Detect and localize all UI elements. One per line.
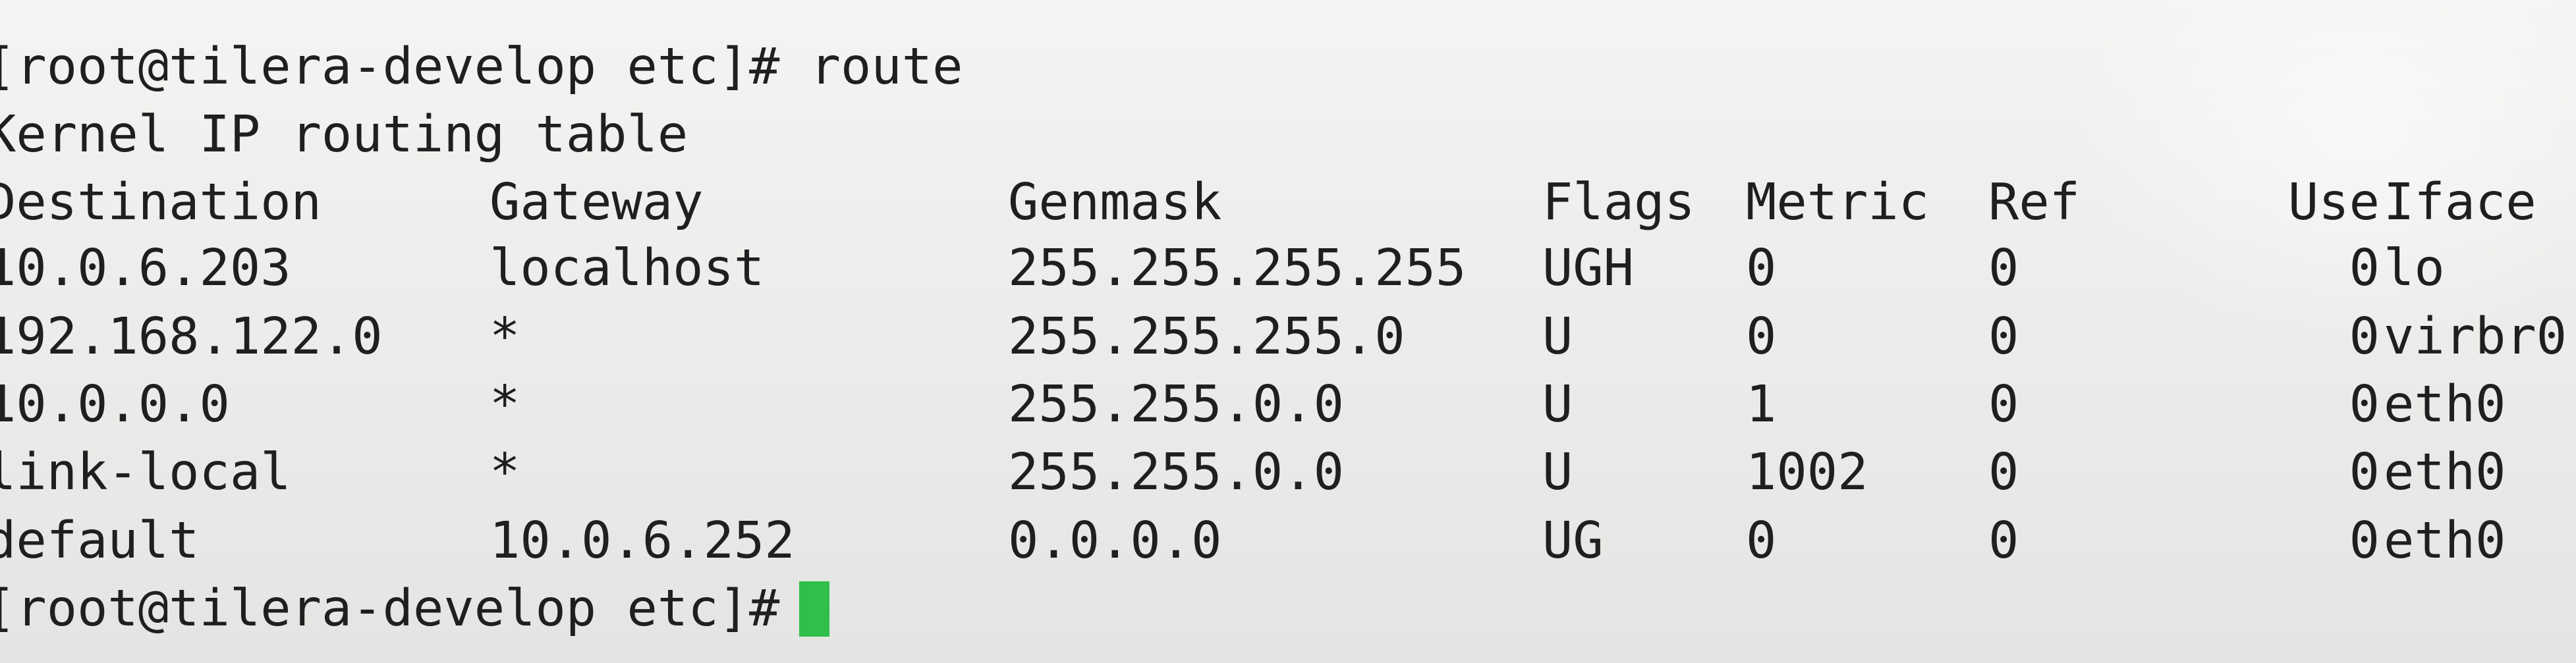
cell-ref: 0 [1988,375,2019,434]
header-ref: Ref [1988,173,2081,232]
prompt-text: [root@tilera-develop etc]# [0,579,780,638]
table-row: 10.0.0.0 * 255.255.0.0 U 1 0 0 eth0 [0,372,2506,438]
cell-iface: lo [2384,239,2445,298]
cell-use: 0 [2349,443,2380,502]
header-flags: Flags [1542,173,1695,232]
cell-ref: 0 [1988,239,2019,298]
cell-gateway: localhost [490,239,765,298]
cell-ref: 0 [1988,307,2019,366]
cell-destination: 10.0.6.203 [0,239,291,298]
table-row: 192.168.122.0 * 255.255.255.0 U 0 0 0 vi… [0,304,2567,370]
cell-destination: 10.0.0.0 [0,375,230,434]
cell-genmask: 255.255.0.0 [1008,443,1344,502]
cell-destination: link-local [0,443,291,502]
cell-iface: virbr0 [2384,307,2567,366]
cell-genmask: 0.0.0.0 [1008,512,1222,570]
cell-destination: default [0,512,200,570]
cell-metric: 0 [1746,307,1777,366]
cell-flags: UGH [1542,239,1635,298]
terminal-screen[interactable]: [root@tilera-develop etc]# route Kernel … [0,0,2576,663]
cell-use: 0 [2349,512,2380,570]
header-iface: Iface [2384,173,2536,232]
table-row: default 10.0.6.252 0.0.0.0 UG 0 0 0 eth0 [0,508,2506,574]
header-use: Use [2287,173,2380,232]
header-metric: Metric [1746,173,1930,232]
cell-ref: 0 [1988,512,2019,570]
cell-destination: 192.168.122.0 [0,307,383,366]
cell-flags: U [1542,307,1573,366]
table-header: Destination Gateway Genmask Flags Metric… [0,170,2536,236]
cell-flags: U [1542,375,1573,434]
table-title: Kernel IP routing table [0,105,688,164]
cell-use: 0 [2349,375,2380,434]
cell-use: 0 [2349,307,2380,366]
cell-metric: 1 [1746,375,1777,434]
cell-flags: UG [1542,512,1604,570]
cell-gateway: * [490,375,520,434]
shell-prompt: [root@tilera-develop etc]# [0,576,830,642]
terminal-cursor[interactable] [799,581,830,637]
header-gateway: Gateway [490,173,704,232]
cell-iface: eth0 [2384,443,2506,502]
cell-gateway: * [490,307,520,366]
cell-iface: eth0 [2384,375,2506,434]
cell-genmask: 255.255.0.0 [1008,375,1344,434]
cell-gateway: 10.0.6.252 [490,512,795,570]
cell-iface: eth0 [2384,512,2506,570]
table-row: 10.0.6.203 localhost 255.255.255.255 UGH… [0,236,2445,302]
header-destination: Destination [0,173,322,232]
cell-flags: U [1542,443,1573,502]
cell-genmask: 255.255.255.255 [1008,239,1467,298]
table-row: link-local * 255.255.0.0 U 1002 0 0 eth0 [0,440,2506,506]
cell-use: 0 [2349,239,2380,298]
cell-metric: 0 [1746,239,1777,298]
cell-metric: 0 [1746,512,1777,570]
cell-ref: 0 [1988,443,2019,502]
cell-metric: 1002 [1746,443,1868,502]
cell-genmask: 255.255.255.0 [1008,307,1405,366]
header-genmask: Genmask [1008,173,1222,232]
cell-gateway: * [490,443,520,502]
prompt-line[interactable]: [root@tilera-develop etc]# [0,576,830,642]
command-line: [root@tilera-develop etc]# route [0,38,963,96]
